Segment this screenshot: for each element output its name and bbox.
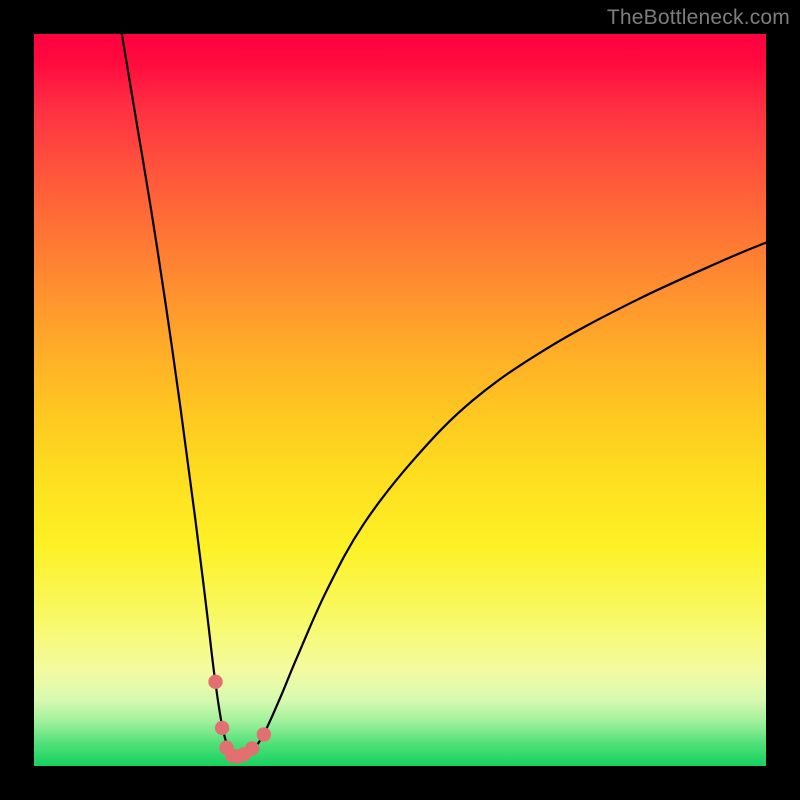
curve-marker xyxy=(215,721,229,735)
chart-svg xyxy=(34,34,766,766)
curve-markers xyxy=(208,675,271,764)
watermark-text: TheBottleneck.com xyxy=(607,6,790,30)
plot-area xyxy=(34,34,766,766)
curve-marker xyxy=(257,727,271,741)
curve-marker xyxy=(245,741,259,755)
chart-frame: TheBottleneck.com xyxy=(0,0,800,800)
curve-marker xyxy=(208,675,222,689)
bottleneck-curve xyxy=(122,34,766,757)
